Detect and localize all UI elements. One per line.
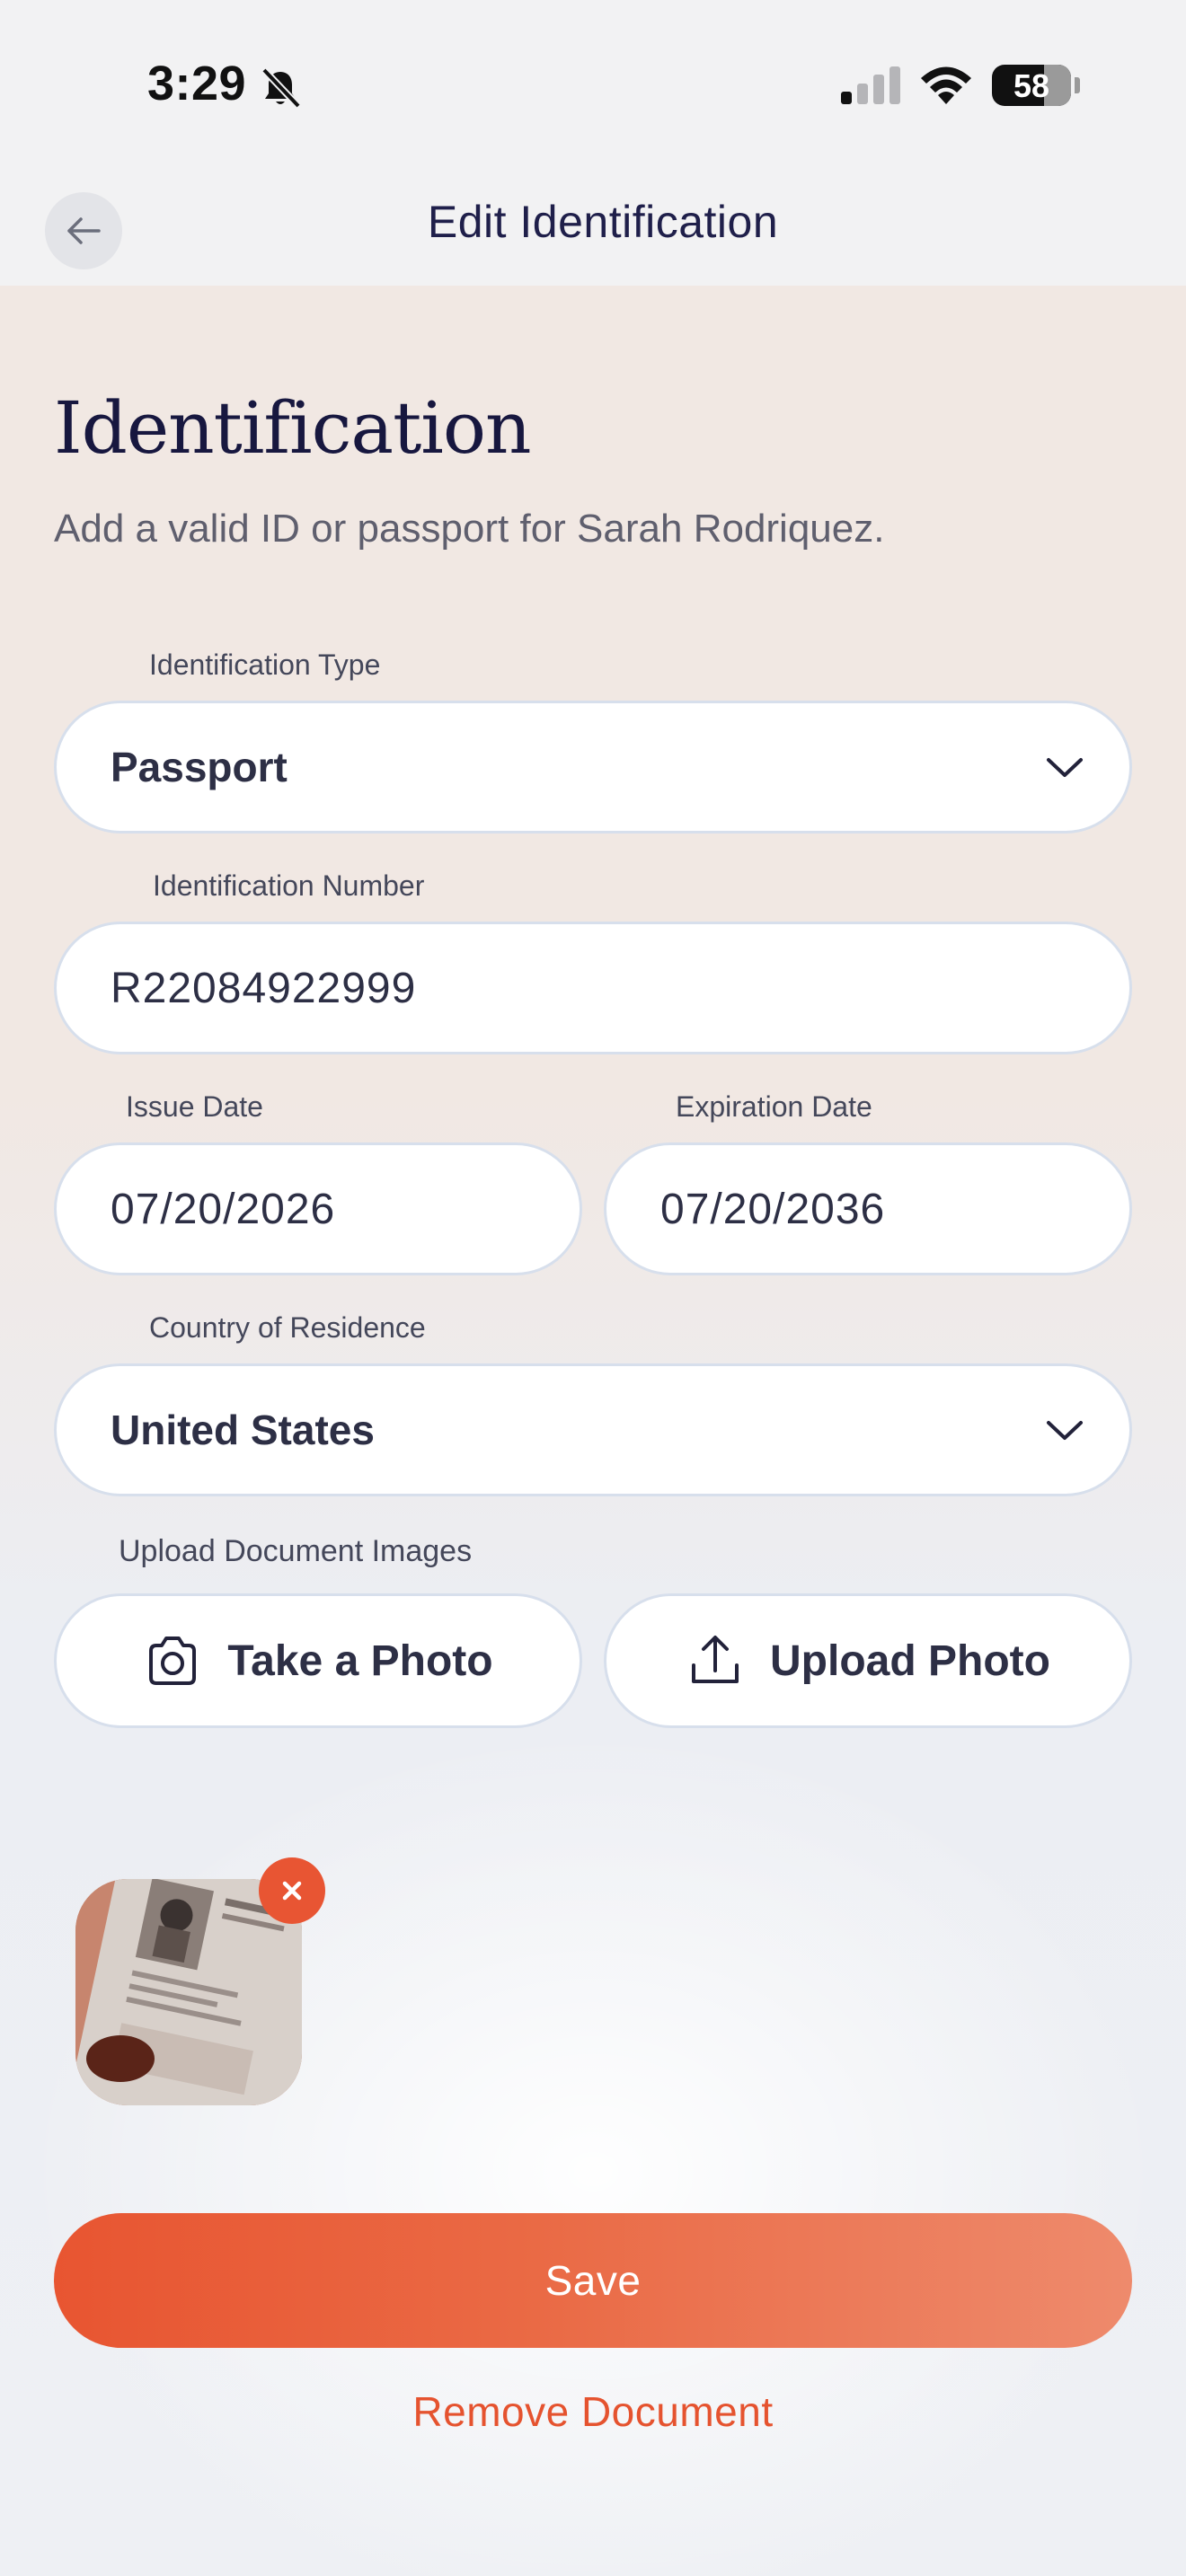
camera-icon bbox=[149, 1636, 197, 1685]
top-bar: 3:29 58 Edit Identification bbox=[0, 0, 1186, 286]
page-subtitle: Add a valid ID or passport for Sarah Rod… bbox=[54, 507, 885, 551]
take-photo-button[interactable]: Take a Photo bbox=[54, 1593, 582, 1728]
wifi-icon bbox=[921, 66, 971, 104]
id-type-label: Identification Type bbox=[149, 648, 381, 681]
id-type-value: Passport bbox=[111, 744, 288, 790]
upload-icon bbox=[692, 1636, 739, 1683]
country-value: United States bbox=[111, 1407, 375, 1453]
remove-document-link[interactable]: Remove Document bbox=[0, 2387, 1186, 2436]
cellular-signal-icon bbox=[841, 66, 900, 104]
battery-cap bbox=[1075, 77, 1080, 93]
upload-label: Upload Document Images bbox=[119, 1534, 473, 1568]
country-label: Country of Residence bbox=[149, 1311, 426, 1344]
header-title: Edit Identification bbox=[427, 197, 779, 247]
expiration-date-value: 07/20/2036 bbox=[660, 1185, 886, 1233]
issue-date-value: 07/20/2026 bbox=[111, 1185, 336, 1233]
expiration-date-field[interactable]: 07/20/2036 bbox=[604, 1142, 1132, 1275]
upload-photo-button[interactable]: Upload Photo bbox=[604, 1593, 1132, 1728]
chevron-down-icon bbox=[1047, 1421, 1083, 1440]
id-number-value: R22084922999 bbox=[111, 964, 417, 1012]
battery-level: 58 bbox=[1013, 67, 1050, 104]
page-title: Identification bbox=[54, 386, 532, 470]
take-photo-label: Take a Photo bbox=[227, 1636, 493, 1685]
remove-image-button[interactable] bbox=[259, 1857, 325, 1924]
expiration-date-label: Expiration Date bbox=[676, 1090, 872, 1123]
id-number-label: Identification Number bbox=[153, 869, 425, 902]
save-button[interactable]: Save bbox=[54, 2213, 1132, 2348]
upload-photo-label: Upload Photo bbox=[770, 1636, 1050, 1685]
issue-date-label: Issue Date bbox=[126, 1090, 263, 1123]
close-icon bbox=[282, 1881, 302, 1901]
bell-muted-icon bbox=[261, 67, 301, 109]
status-time: 3:29 bbox=[147, 57, 247, 110]
country-select[interactable]: United States bbox=[54, 1363, 1132, 1496]
issue-date-field[interactable]: 07/20/2026 bbox=[54, 1142, 582, 1275]
chevron-down-icon bbox=[1047, 758, 1083, 777]
battery-indicator: 58 bbox=[992, 65, 1071, 106]
id-type-select[interactable]: Passport bbox=[54, 701, 1132, 834]
id-number-field[interactable]: R22084922999 bbox=[54, 922, 1132, 1054]
